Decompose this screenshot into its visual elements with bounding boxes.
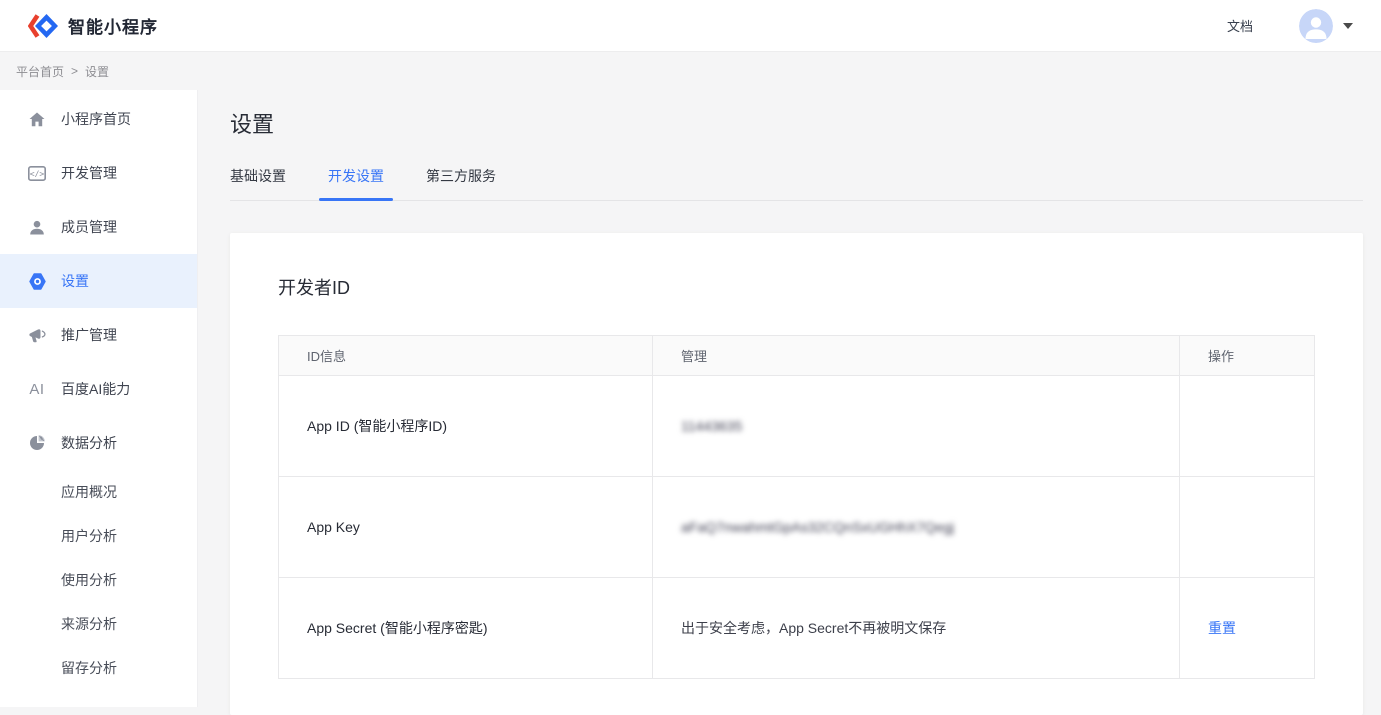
app-logo[interactable]: 智能小程序 [28, 13, 158, 39]
main-content: 设置 基础设置 开发设置 第三方服务 开发者ID ID信息 管理 操作 App … [198, 90, 1381, 707]
code-icon: </> [26, 166, 48, 181]
sidebar-item-settings[interactable]: 设置 [0, 254, 197, 308]
table-header-row: ID信息 管理 操作 [279, 336, 1315, 376]
sidebar-item-dev-manage[interactable]: </> 开发管理 [0, 146, 197, 200]
sidebar-item-baidu-ai[interactable]: AI 百度AI能力 [0, 362, 197, 416]
sidebar-subitem-label: 使用分析 [61, 570, 117, 590]
app-title: 智能小程序 [68, 13, 158, 38]
sidebar: 小程序首页 </> 开发管理 成员管理 [0, 90, 198, 707]
app-secret-action-cell: 重置 [1180, 578, 1315, 679]
table-row-app-key: App Key aFaQ7nwahmtGpAs32CQnSxUGHhX7Qegj [279, 477, 1315, 578]
app-key-value-blurred: aFaQ7nwahmtGpAs32CQnSxUGHhX7Qegj [681, 519, 954, 535]
app-key-action-cell [1180, 477, 1315, 578]
tab-third-party[interactable]: 第三方服务 [426, 166, 496, 200]
smart-program-logo-icon [28, 13, 58, 39]
developer-id-table: ID信息 管理 操作 App ID (智能小程序ID) 11443635 [278, 335, 1315, 679]
svg-text:</>: </> [30, 169, 45, 178]
sidebar-subitem-label: 来源分析 [61, 614, 117, 634]
sidebar-item-label: 小程序首页 [61, 109, 131, 129]
settings-tabs: 基础设置 开发设置 第三方服务 [230, 166, 1363, 201]
breadcrumb-platform-home[interactable]: 平台首页 [16, 63, 64, 80]
breadcrumb-separator: > [71, 64, 78, 78]
sidebar-item-label: 设置 [61, 271, 89, 291]
sidebar-subitem-source-analysis[interactable]: 来源分析 [0, 602, 197, 646]
sidebar-item-promotion[interactable]: 推广管理 [0, 308, 197, 362]
sidebar-subitem-user-analysis[interactable]: 用户分析 [0, 514, 197, 558]
app-secret-label: App Secret (智能小程序密匙) [279, 578, 653, 679]
app-id-label: App ID (智能小程序ID) [279, 376, 653, 477]
ai-icon: AI [26, 381, 48, 398]
sidebar-item-label: 推广管理 [61, 325, 117, 345]
app-secret-value-cell: 出于安全考虑，App Secret不再被明文保存 [653, 578, 1180, 679]
breadcrumb: 平台首页 > 设置 [0, 52, 1381, 90]
sidebar-item-label: 百度AI能力 [61, 379, 130, 399]
sidebar-item-label: 数据分析 [61, 433, 117, 453]
app-key-value-cell: aFaQ7nwahmtGpAs32CQnSxUGHhX7Qegj [653, 477, 1180, 578]
sidebar-item-label: 成员管理 [61, 217, 117, 237]
column-header-id-info: ID信息 [279, 336, 653, 376]
chevron-down-icon[interactable] [1343, 23, 1353, 29]
docs-link[interactable]: 文档 [1227, 16, 1253, 35]
avatar[interactable] [1299, 9, 1333, 43]
sidebar-item-data-analysis[interactable]: 数据分析 [0, 416, 197, 470]
sidebar-subitem-label: 留存分析 [61, 658, 117, 678]
table-row-app-secret: App Secret (智能小程序密匙) 出于安全考虑，App Secret不再… [279, 578, 1315, 679]
home-icon [26, 112, 48, 127]
app-id-action-cell [1180, 376, 1315, 477]
pie-chart-icon [26, 435, 48, 451]
app-id-value-cell: 11443635 [653, 376, 1180, 477]
column-header-manage: 管理 [653, 336, 1180, 376]
megaphone-icon [26, 328, 48, 343]
reset-secret-link[interactable]: 重置 [1208, 620, 1236, 636]
sidebar-subitem-retention-analysis[interactable]: 留存分析 [0, 646, 197, 690]
breadcrumb-current: 设置 [85, 63, 109, 80]
sidebar-subitem-label: 用户分析 [61, 526, 117, 546]
page-title: 设置 [230, 110, 1363, 140]
sidebar-subitem-usage-analysis[interactable]: 使用分析 [0, 558, 197, 602]
developer-id-card: 开发者ID ID信息 管理 操作 App ID (智能小程序ID) 114436… [230, 233, 1363, 715]
tab-dev-settings[interactable]: 开发设置 [328, 166, 384, 200]
tab-basic-settings[interactable]: 基础设置 [230, 166, 286, 200]
member-icon [26, 220, 48, 235]
column-header-action: 操作 [1180, 336, 1315, 376]
card-heading: 开发者ID [278, 233, 1315, 301]
top-header: 智能小程序 文档 [0, 0, 1381, 52]
sidebar-subitem-app-overview[interactable]: 应用概况 [0, 470, 197, 514]
sidebar-subitem-label: 应用概况 [61, 482, 117, 502]
sidebar-item-label: 开发管理 [61, 163, 117, 183]
user-menu[interactable] [1299, 9, 1353, 43]
table-row-app-id: App ID (智能小程序ID) 11443635 [279, 376, 1315, 477]
app-id-value-blurred: 11443635 [681, 418, 742, 434]
app-key-label: App Key [279, 477, 653, 578]
sidebar-item-home[interactable]: 小程序首页 [0, 92, 197, 146]
settings-icon [26, 273, 48, 290]
sidebar-item-members[interactable]: 成员管理 [0, 200, 197, 254]
